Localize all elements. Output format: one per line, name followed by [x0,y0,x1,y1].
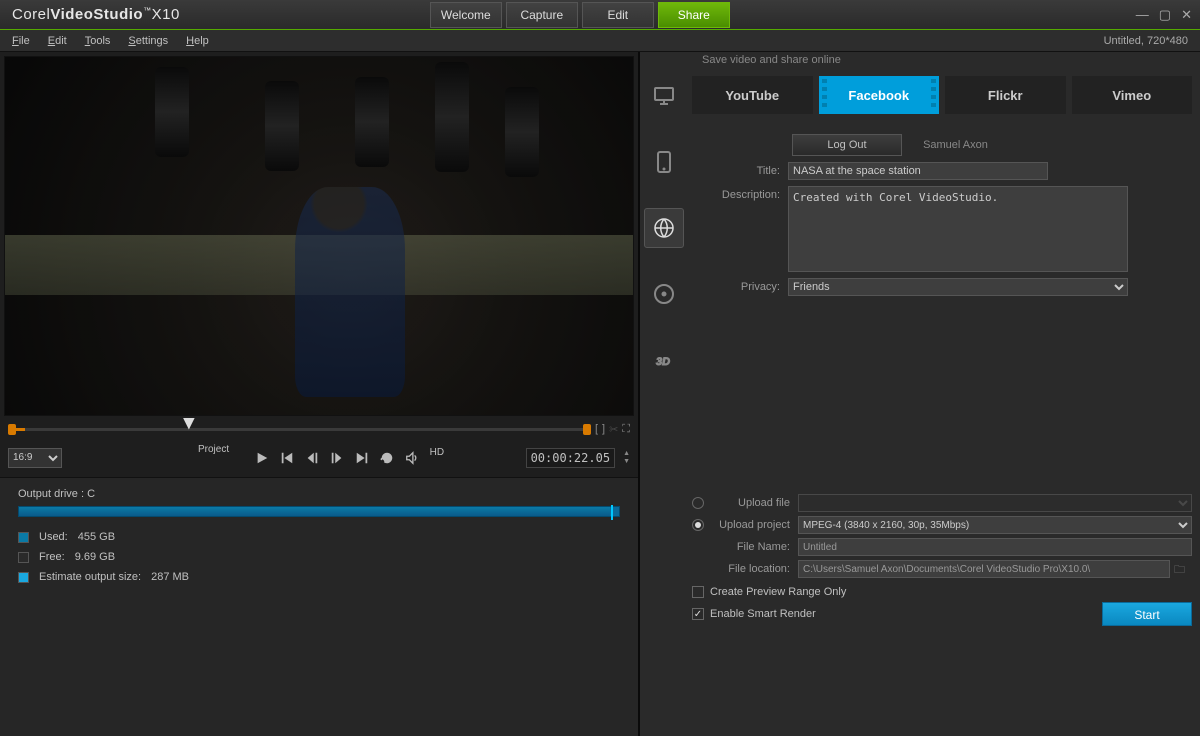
upload-project-select[interactable]: MPEG-4 (3840 x 2160, 30p, 35Mbps) [798,516,1192,534]
maximize-icon[interactable]: ▢ [1159,7,1171,23]
expand-icon[interactable]: ⛶ [622,423,630,436]
title-input[interactable] [788,162,1048,180]
mark-out-handle[interactable] [583,424,591,435]
go-start-button[interactable] [276,447,298,469]
share-web-icon[interactable] [644,208,684,248]
start-button[interactable]: Start [1102,602,1192,626]
menu-help[interactable]: Help [186,35,209,47]
swatch-used [18,532,29,543]
go-end-button[interactable] [351,447,373,469]
filename-label: File Name: [710,541,790,553]
used-value: 455 GB [78,531,115,543]
main-tab-bar: Welcome Capture Edit Share [430,2,730,28]
brand-version: X10 [152,6,180,23]
swatch-free [18,552,29,563]
project-info: Untitled, 720*480 [1104,35,1188,47]
privacy-select[interactable]: Friends [788,278,1128,296]
service-flickr[interactable]: Flickr [945,76,1066,114]
browse-folder-icon[interactable]: 🗀 [1174,561,1192,577]
volume-button[interactable] [401,447,423,469]
menu-file[interactable]: File [12,35,30,47]
drive-usage-bar [18,506,620,517]
hd-indicator[interactable]: HD [430,447,444,469]
preview-range-label: Create Preview Range Only [710,586,846,598]
title-bar: CorelVideoStudio™X10 Welcome Capture Edi… [0,0,1200,30]
aspect-select[interactable]: 16:9 [8,448,62,468]
video-preview[interactable] [4,56,634,416]
location-label: File location: [710,563,790,575]
estimate-value: 287 MB [151,571,189,583]
logout-button[interactable]: Log Out [792,134,902,156]
mark-out-icon[interactable]: ] [602,423,605,436]
description-label: Description: [692,186,788,201]
close-icon[interactable]: ✕ [1181,7,1192,23]
menu-bar: File Edit Tools Settings Help Untitled, … [0,30,1200,52]
menu-settings[interactable]: Settings [128,35,168,47]
share-target-strip: 3D [640,72,688,736]
share-disc-icon[interactable] [644,274,684,314]
repeat-button[interactable] [376,447,398,469]
svg-text:3D: 3D [656,356,670,368]
preview-range-checkbox[interactable] [692,586,704,598]
used-label: Used: [39,531,68,543]
prev-frame-button[interactable] [301,447,323,469]
free-value: 9.69 GB [75,551,115,563]
menu-tools[interactable]: Tools [85,35,111,47]
smart-render-label: Enable Smart Render [710,608,816,620]
upload-project-label: Upload project [710,519,790,531]
play-button[interactable] [251,447,273,469]
timecode[interactable]: 00:00:22.05 [526,448,615,468]
swatch-estimate [18,572,29,583]
logged-in-user: Samuel Axon [923,139,988,151]
share-device-icon[interactable] [644,142,684,182]
cut-icon[interactable]: ✂ [609,423,618,436]
playback-controls-bar: 16:9 Project HD 00:00:22.05 ▲ ▼ [0,438,638,478]
tab-capture[interactable]: Capture [506,2,578,28]
share-computer-icon[interactable] [644,76,684,116]
seek-bar: [ ] ✂ ⛶ [0,420,638,438]
controls-mode-label: Project [198,444,229,455]
timecode-down-icon[interactable]: ▼ [623,458,630,465]
seek-track[interactable] [8,428,591,431]
window-controls: — ▢ ✕ [1136,7,1192,23]
service-facebook[interactable]: Facebook [819,76,940,114]
mark-in-icon[interactable]: [ [595,423,598,436]
minimize-icon[interactable]: — [1136,7,1149,23]
brand-corel: Corel [12,6,50,23]
playhead[interactable] [183,418,195,430]
next-frame-button[interactable] [326,447,348,469]
free-label: Free: [39,551,65,563]
menu-edit[interactable]: Edit [48,35,67,47]
tab-welcome[interactable]: Welcome [430,2,502,28]
timecode-up-icon[interactable]: ▲ [623,450,630,457]
drive-title: Output drive : C [18,488,620,500]
service-vimeo[interactable]: Vimeo [1072,76,1193,114]
smart-render-checkbox[interactable]: ✓ [692,608,704,620]
service-youtube[interactable]: YouTube [692,76,813,114]
app-brand: CorelVideoStudio™X10 [12,6,180,23]
output-drive-panel: Output drive : C Used: 455 GB Free: 9.69 G… [0,478,638,736]
upload-file-radio[interactable] [692,497,704,509]
privacy-label: Privacy: [692,278,788,293]
upload-file-select [798,494,1192,512]
mark-in-handle[interactable] [8,424,16,435]
share-header: Save video and share online [640,52,1200,72]
upload-project-radio[interactable] [692,519,704,531]
tab-share[interactable]: Share [658,2,730,28]
tab-edit[interactable]: Edit [582,2,654,28]
location-input[interactable] [798,560,1170,578]
service-tabs: YouTube Facebook Flickr Vimeo [692,76,1192,114]
brand-videostudio: VideoStudio [50,6,143,23]
share-3d-icon[interactable]: 3D [644,340,684,380]
upload-file-label: Upload file [710,497,790,509]
estimate-label: Estimate output size: [39,571,141,583]
title-label: Title: [692,162,788,177]
description-input[interactable]: Created with Corel VideoStudio. [788,186,1128,272]
filename-input[interactable] [798,538,1192,556]
